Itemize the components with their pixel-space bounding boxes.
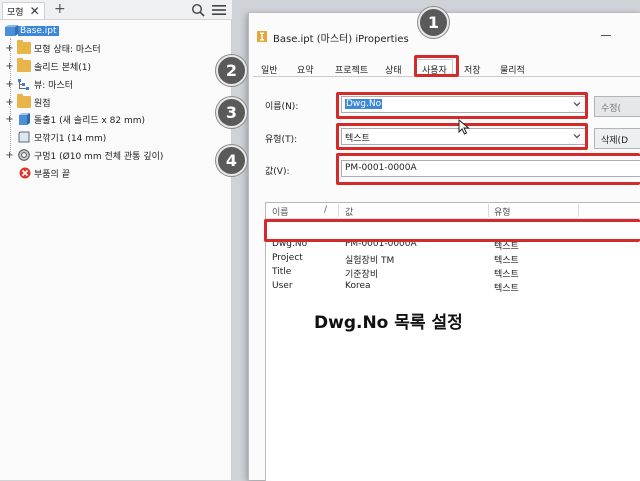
custom-properties-list[interactable]: 이름 / 값 유형 Dwg.No PM-0001-0000A 텍스트 Proje…	[265, 202, 640, 481]
expand-icon[interactable]: +	[5, 150, 14, 161]
add-tab-icon[interactable]: +	[54, 1, 66, 17]
row-name: Title	[272, 267, 292, 277]
tree-item-model-state[interactable]: + 모형 상태: 마스터	[0, 39, 232, 57]
dialog-title: Base.ipt (마스터) iProperties	[273, 34, 409, 45]
expand-icon[interactable]: +	[5, 61, 14, 72]
folder-icon	[17, 40, 31, 54]
table-row[interactable]: User Korea 텍스트	[266, 281, 640, 294]
column-divider[interactable]	[578, 204, 579, 217]
tree-item-base-ipt[interactable]: Base.ipt	[0, 22, 232, 40]
expand-icon[interactable]: +	[5, 114, 14, 125]
tree-item-label: 모깎기1 (14 mm)	[34, 133, 107, 144]
close-icon[interactable]: ✕	[30, 5, 40, 17]
modify-button-label: 수정(	[601, 104, 622, 114]
tree-item-origin[interactable]: + 원점	[0, 93, 232, 111]
column-header-type[interactable]: 유형	[494, 205, 511, 218]
tab-physical[interactable]: 물리적	[494, 59, 531, 76]
tree-item-label: Base.ipt	[18, 26, 59, 36]
browser-tab-bar: 모형 ✕ +	[0, 0, 232, 20]
step-badge-3: 3	[216, 97, 247, 128]
highlight-box-name-field	[336, 92, 588, 119]
row-type: 텍스트	[494, 256, 519, 266]
tab-summary[interactable]: 요약	[291, 59, 320, 76]
type-label: 유형(T):	[265, 135, 298, 145]
folder-icon	[17, 58, 31, 72]
tree-item-label: 뷰: 마스터	[34, 80, 74, 91]
row-type: 텍스트	[494, 284, 519, 294]
tree-item-end-of-part[interactable]: 부품의 끝	[0, 164, 232, 182]
row-type: 텍스트	[494, 270, 519, 280]
highlight-box-custom-tab	[414, 55, 459, 77]
view-icon	[18, 79, 29, 90]
tree-item-label: 돌출1 (새 솔리드 x 82 mm)	[34, 115, 146, 126]
table-row[interactable]: Project 실험장비 TM 텍스트	[266, 253, 640, 266]
name-label: 이름(N):	[265, 102, 299, 112]
step-badge-4: 4	[216, 145, 247, 176]
tree-item-fillet[interactable]: 모깎기1 (14 mm)	[0, 128, 232, 146]
hamburger-menu-icon[interactable]	[212, 4, 226, 16]
row-name: Project	[272, 253, 303, 263]
folder-icon	[17, 94, 31, 108]
column-divider[interactable]	[488, 204, 489, 217]
value-label: 값(V):	[265, 167, 290, 177]
tab-project[interactable]: 프로젝트	[329, 59, 374, 76]
tab-general[interactable]: 일반	[255, 59, 284, 76]
table-row[interactable]: Title 기준장비 텍스트	[266, 267, 640, 280]
iproperties-dialog: Base.ipt (마스터) iProperties 일반 요약 프로젝트 상태…	[248, 12, 640, 481]
tree-item-label: 모형 상태: 마스터	[34, 44, 101, 55]
highlight-box-list-row	[264, 219, 640, 242]
column-divider[interactable]	[338, 204, 339, 217]
fillet-icon	[18, 131, 30, 143]
list-header: 이름 / 값 유형	[266, 203, 640, 219]
tree-item-view[interactable]: + 뷰: 마스터	[0, 75, 232, 93]
expand-icon[interactable]: +	[5, 79, 14, 90]
part-icon	[5, 25, 18, 36]
end-of-part-icon	[19, 167, 31, 179]
sort-indicator: /	[324, 205, 328, 215]
row-name: User	[272, 281, 293, 291]
step-badge-2: 2	[216, 55, 247, 86]
tab-save[interactable]: 저장	[458, 59, 487, 76]
tree-item-label: 구멍1 (Ø10 mm 전체 관통 깊이)	[34, 151, 164, 162]
mouse-cursor-icon	[458, 119, 470, 135]
highlight-box-value-field	[336, 153, 640, 185]
delete-button[interactable]: 삭제(D	[594, 128, 640, 149]
column-header-value[interactable]: 값	[345, 205, 353, 218]
inventor-app-icon	[257, 31, 267, 42]
row-value: Korea	[345, 281, 371, 291]
step-badge-1: 1	[418, 7, 449, 38]
caption-text: Dwg.No 목록 설정	[314, 313, 463, 333]
tab-status[interactable]: 상태	[379, 59, 408, 76]
row-value: 기준장비	[345, 270, 379, 280]
tree-item-hole[interactable]: + 구멍1 (Ø10 mm 전체 관통 깊이)	[0, 146, 232, 164]
tree-item-label: 부품의 끝	[34, 169, 70, 180]
tab-model-label: 모형	[7, 7, 24, 18]
model-browser-panel: 모형 ✕ + Base.ipt + 모형 상태: 마스터 + 솔리드 본체(1)	[0, 0, 232, 480]
search-icon[interactable]	[191, 3, 205, 17]
tree-item-label: 솔리드 본체(1)	[34, 62, 92, 73]
expand-icon[interactable]: +	[5, 97, 14, 108]
column-header-name[interactable]: 이름	[272, 205, 289, 218]
tree-item-label: 원점	[34, 98, 51, 109]
tree-item-solid-bodies[interactable]: + 솔리드 본체(1)	[0, 57, 232, 75]
hole-icon	[18, 149, 30, 161]
modify-button[interactable]: 수정(	[594, 96, 640, 117]
tab-model[interactable]: 모형 ✕	[2, 2, 45, 19]
expand-icon[interactable]: +	[5, 43, 14, 54]
extrude-icon	[19, 113, 30, 125]
row-value: 실험장비 TM	[345, 256, 395, 266]
delete-button-label: 삭제(D	[601, 136, 629, 146]
tree-item-extrusion[interactable]: + 돌출1 (새 솔리드 x 82 mm)	[0, 110, 232, 128]
minimize-button[interactable]	[601, 35, 611, 36]
